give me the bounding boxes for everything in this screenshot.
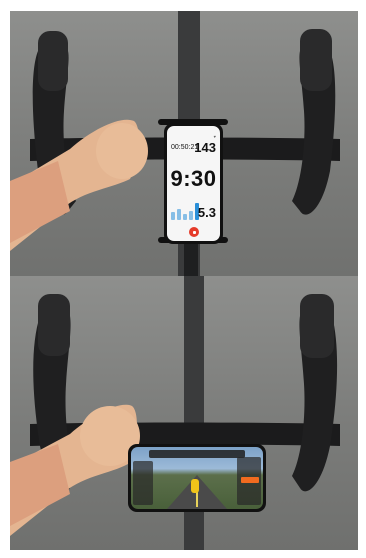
landscape-mount-photo (10, 276, 358, 550)
game-left-panel (133, 461, 153, 505)
activity-bars (171, 202, 199, 220)
phone-landscape (128, 444, 266, 512)
activity-bar (171, 211, 175, 220)
heart-rate-value: 143 (194, 140, 216, 155)
clock-display: 9:30 (170, 166, 217, 191)
activity-bar (183, 213, 187, 220)
heart-rate-caption: ♥ (213, 134, 216, 139)
activity-bar (189, 211, 193, 220)
stop-record-icon (189, 227, 199, 237)
phone-portrait: 00:50:21 ♥ 143 9:30 5.3 (164, 123, 223, 244)
phone-screen: 00:50:21 ♥ 143 9:30 5.3 (167, 126, 220, 241)
game-hud-bar (149, 450, 245, 458)
speed-value: 5.3 (197, 205, 216, 220)
game-rider (191, 479, 199, 493)
phone-screen-game (131, 447, 263, 509)
portrait-mount-photo: 00:50:21 ♥ 143 9:30 5.3 (10, 11, 358, 285)
activity-bar (177, 209, 181, 220)
game-orange-badge (241, 477, 259, 483)
